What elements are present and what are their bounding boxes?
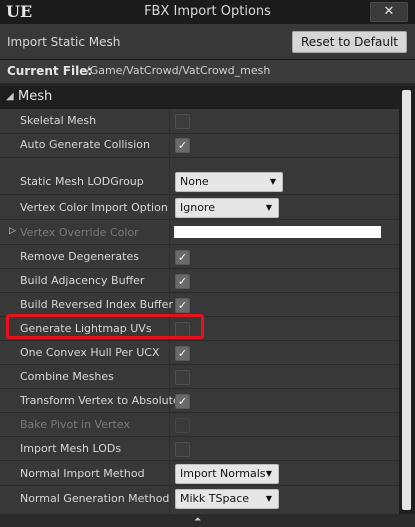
column-divider [169, 109, 170, 514]
dropdown-value: None [180, 175, 209, 188]
resize-grip-icon[interactable]: ⏶ [194, 515, 201, 525]
title-bar: UE FBX Import Options ✕ [0, 0, 415, 24]
highlight-box [6, 314, 204, 339]
bake-pivot-checkbox[interactable] [175, 418, 190, 433]
build-reversed-index-buffer-label: Build Reversed Index Buffer [20, 298, 173, 311]
import-header: Import Static Mesh Reset to Default [0, 24, 415, 60]
normal-generation-method-dropdown[interactable]: Mikk TSpace ▼ [175, 489, 279, 509]
row-divider [0, 292, 399, 293]
import-type-label: Import Static Mesh [7, 35, 121, 49]
build-adjacency-buffer-label: Build Adjacency Buffer [20, 274, 145, 287]
current-file-label: Current File: [7, 64, 93, 78]
row-divider [0, 244, 399, 245]
row-divider [0, 460, 399, 461]
vertex-override-color-label: Vertex Override Color [20, 226, 139, 239]
normal-import-method-dropdown[interactable]: Import Normals ▼ [175, 464, 279, 484]
normal-import-method-label: Normal Import Method [20, 467, 145, 480]
one-convex-hull-checkbox[interactable]: ✓ [175, 346, 190, 361]
dropdown-value: Mikk TSpace [180, 492, 250, 505]
reset-to-default-button[interactable]: Reset to Default [291, 31, 407, 53]
import-mesh-lods-label: Import Mesh LODs [20, 442, 122, 455]
static-mesh-lodgroup-dropdown[interactable]: None ▼ [175, 172, 283, 192]
skeletal-mesh-checkbox[interactable] [175, 114, 190, 129]
close-button[interactable]: ✕ [370, 2, 408, 22]
row-divider [0, 157, 399, 158]
dropdown-arrow-icon: ▼ [265, 203, 272, 212]
current-file-bar: Current File: /Game/VatCrowd/VatCrowd_me… [0, 60, 415, 83]
row-divider [0, 133, 399, 134]
one-convex-hull-label: One Convex Hull Per UCX [20, 346, 160, 359]
transform-vertex-label: Transform Vertex to Absolute [20, 394, 180, 407]
dropdown-arrow-icon: ▼ [269, 177, 276, 186]
auto-generate-collision-label: Auto Generate Collision [20, 138, 150, 151]
mesh-section-header[interactable]: ◢ Mesh [0, 86, 399, 109]
remove-degenerates-checkbox[interactable]: ✓ [175, 250, 190, 265]
build-reversed-index-buffer-checkbox[interactable]: ✓ [175, 298, 190, 313]
collapse-arrow-icon: ◢ [6, 91, 14, 102]
row-divider [0, 388, 399, 389]
dropdown-value: Ignore [180, 201, 215, 214]
dropdown-value: Import Normals [180, 467, 266, 480]
import-mesh-lods-checkbox[interactable] [175, 442, 190, 457]
vertex-color-import-label: Vertex Color Import Option [20, 201, 168, 214]
row-divider [0, 364, 399, 365]
combine-meshes-checkbox[interactable] [175, 370, 190, 385]
row-divider [0, 268, 399, 269]
dropdown-arrow-icon: ▼ [265, 494, 272, 503]
build-adjacency-buffer-checkbox[interactable]: ✓ [175, 274, 190, 289]
row-divider [0, 194, 399, 195]
row-divider [0, 219, 399, 220]
skeletal-mesh-label: Skeletal Mesh [20, 114, 97, 127]
combine-meshes-label: Combine Meshes [20, 370, 114, 383]
dropdown-arrow-icon: ▼ [265, 469, 272, 478]
row-divider [0, 412, 399, 413]
window-title: FBX Import Options [144, 4, 271, 19]
vertex-color-import-dropdown[interactable]: Ignore ▼ [175, 198, 279, 218]
remove-degenerates-label: Remove Degenerates [20, 250, 139, 263]
auto-generate-collision-checkbox[interactable]: ✓ [175, 138, 190, 153]
bake-pivot-label: Bake Pivot in Vertex [20, 418, 130, 431]
vertex-override-color-swatch[interactable] [174, 226, 381, 238]
normal-generation-method-label: Normal Generation Method [20, 492, 170, 505]
row-divider [0, 436, 399, 437]
expand-arrow-icon[interactable]: ▷ [9, 226, 16, 236]
transform-vertex-checkbox[interactable]: ✓ [175, 394, 190, 409]
current-file-path: /Game/VatCrowd/VatCrowd_mesh [86, 64, 271, 77]
row-divider [0, 340, 399, 341]
row-divider [0, 485, 399, 486]
section-title: Mesh [18, 89, 53, 104]
static-mesh-lodgroup-label: Static Mesh LODGroup [20, 175, 144, 188]
scrollbar-thumb[interactable] [402, 90, 411, 510]
bottom-resize-bar[interactable] [0, 514, 415, 527]
